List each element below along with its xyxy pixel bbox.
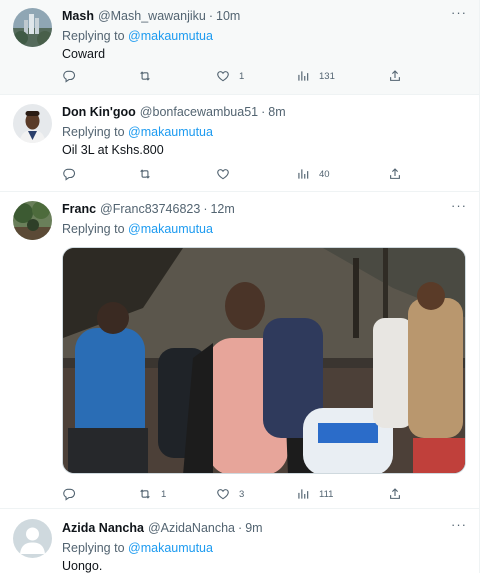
- like-button[interactable]: 1: [216, 66, 244, 86]
- mention-link[interactable]: @makaumutua: [128, 125, 213, 139]
- replies-feed: Mash @Mash_wawanjiku · 10m ··· Replying …: [0, 0, 480, 573]
- avatar[interactable]: [13, 8, 52, 47]
- view-count: 131: [319, 70, 335, 82]
- video-frame-image: [63, 248, 465, 473]
- retweet-icon: [138, 167, 152, 181]
- reply-button[interactable]: [62, 164, 85, 184]
- display-name[interactable]: Mash: [62, 8, 94, 25]
- like-button[interactable]: [216, 164, 239, 184]
- display-name[interactable]: Franc: [62, 201, 96, 218]
- timestamp[interactable]: 10m: [216, 8, 240, 25]
- tweet[interactable]: Azida Nancha @AzidaNancha · 9m ··· Reply…: [0, 509, 479, 573]
- replying-to-label: Replying to: [62, 222, 129, 236]
- video-thumbnail[interactable]: [62, 247, 466, 474]
- reply-icon: [62, 167, 76, 181]
- tweet[interactable]: Franc @Franc83746823 · 12m ··· Replying …: [0, 192, 479, 509]
- views-icon: [296, 487, 310, 501]
- replying-to: Replying to @makaumutua: [62, 27, 468, 45]
- more-icon[interactable]: ···: [450, 199, 468, 218]
- like-button[interactable]: 3: [216, 484, 244, 504]
- reply-button[interactable]: [62, 484, 85, 504]
- avatar[interactable]: [13, 519, 52, 558]
- like-icon: [216, 69, 230, 83]
- separator-dot: ·: [261, 105, 266, 119]
- avatar[interactable]: [13, 201, 52, 240]
- like-count: 3: [239, 488, 245, 500]
- tweet-actions: 40: [62, 164, 407, 184]
- retweet-count: 1: [161, 488, 167, 500]
- avatar[interactable]: [13, 104, 52, 143]
- like-icon: [216, 167, 230, 181]
- replying-to: Replying to @makaumutua: [62, 220, 468, 238]
- separator-dot: ·: [203, 202, 208, 216]
- tweet-text: Oil 3L at Kshs.800: [62, 143, 164, 157]
- retweet-button[interactable]: [138, 66, 161, 86]
- replying-to-label: Replying to: [62, 125, 129, 139]
- tweet-text: Uongo.: [62, 559, 103, 573]
- views-icon: [296, 69, 310, 83]
- retweet-button[interactable]: [138, 164, 161, 184]
- replying-to-label: Replying to: [62, 541, 129, 555]
- mention-link[interactable]: @makaumutua: [128, 29, 213, 43]
- retweet-icon: [138, 69, 152, 83]
- views-button[interactable]: 111: [296, 484, 333, 504]
- share-button[interactable]: [388, 66, 402, 86]
- view-count: 111: [319, 488, 334, 500]
- more-icon[interactable]: ···: [450, 6, 468, 25]
- mention-link[interactable]: @makaumutua: [128, 541, 213, 555]
- display-name[interactable]: Azida Nancha: [62, 520, 144, 537]
- tweet-actions: 1 131: [62, 66, 407, 86]
- views-icon: [296, 167, 310, 181]
- share-icon: [388, 487, 402, 501]
- separator-dot: ·: [208, 9, 213, 23]
- share-icon: [388, 167, 402, 181]
- retweet-icon: [138, 487, 152, 501]
- share-button[interactable]: [388, 164, 402, 184]
- timestamp[interactable]: 9m: [245, 520, 262, 537]
- reply-icon: [62, 69, 76, 83]
- timestamp[interactable]: 8m: [268, 104, 285, 121]
- tweet[interactable]: Don Kin'goo @bonfacewambua51 · 8m Replyi…: [0, 95, 479, 192]
- reply-button[interactable]: [62, 66, 85, 86]
- replying-to: Replying to @makaumutua: [62, 539, 468, 557]
- tweet-text: Coward: [62, 47, 106, 61]
- replying-to-label: Replying to: [62, 29, 129, 43]
- separator-dot: ·: [238, 521, 243, 535]
- retweet-button[interactable]: 1: [138, 484, 166, 504]
- user-handle[interactable]: @Franc83746823: [100, 201, 200, 218]
- share-icon: [388, 69, 402, 83]
- tweet-actions: 1 3 111: [62, 484, 407, 504]
- tweet[interactable]: Mash @Mash_wawanjiku · 10m ··· Replying …: [0, 0, 479, 95]
- mention-link[interactable]: @makaumutua: [128, 222, 213, 236]
- like-icon: [216, 487, 230, 501]
- view-count: 40: [319, 168, 330, 180]
- user-handle[interactable]: @Mash_wawanjiku: [98, 8, 206, 25]
- more-icon[interactable]: ···: [450, 518, 468, 537]
- reply-icon: [62, 487, 76, 501]
- user-handle[interactable]: @AzidaNancha: [148, 520, 235, 537]
- share-button[interactable]: [388, 484, 402, 504]
- timestamp[interactable]: 12m: [210, 201, 234, 218]
- views-button[interactable]: 131: [296, 66, 335, 86]
- replying-to: Replying to @makaumutua: [62, 123, 468, 141]
- views-button[interactable]: 40: [296, 164, 330, 184]
- user-handle[interactable]: @bonfacewambua51: [140, 104, 258, 121]
- display-name[interactable]: Don Kin'goo: [62, 104, 136, 121]
- like-count: 1: [239, 70, 245, 82]
